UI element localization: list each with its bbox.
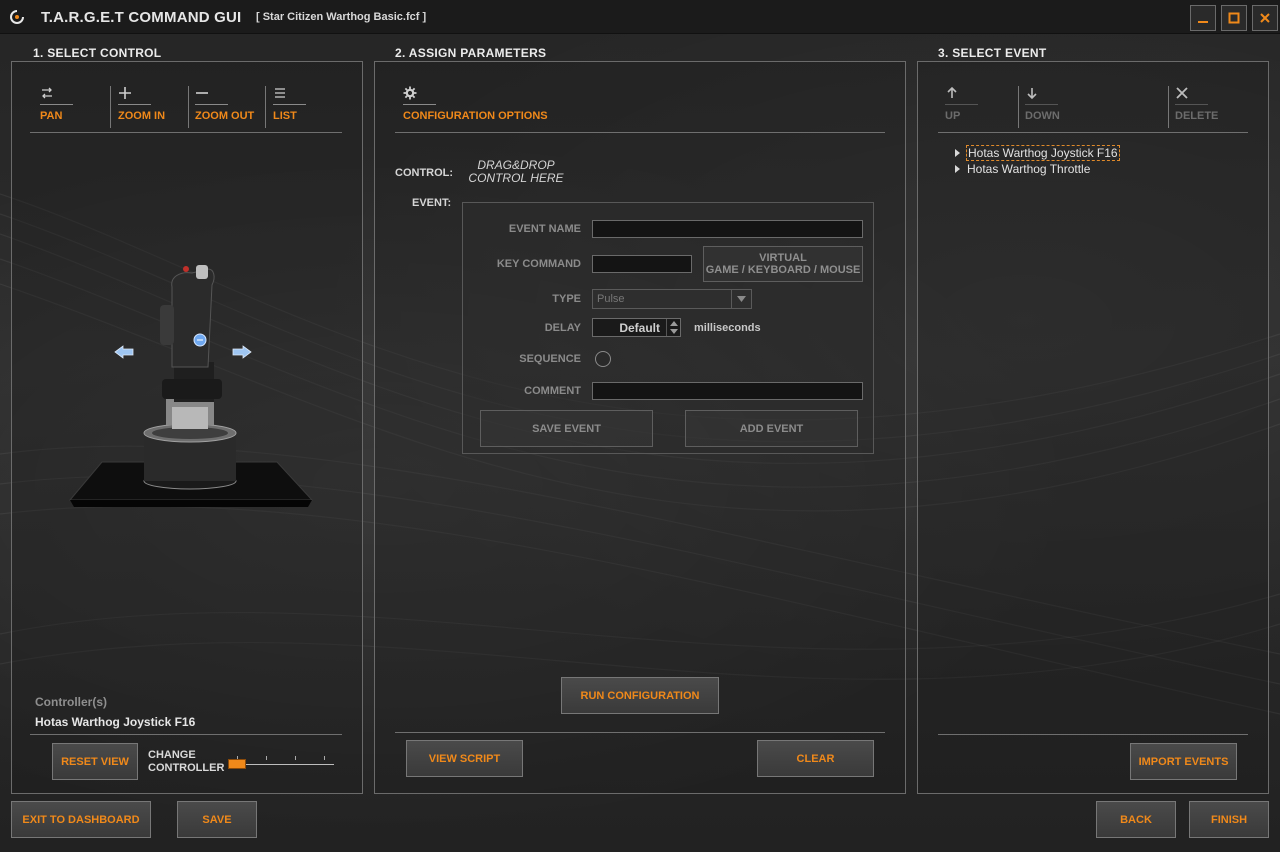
toolbar-divider <box>110 86 111 128</box>
change-controller-label: CHANGE CONTROLLER <box>148 749 225 774</box>
type-label: TYPE <box>552 293 581 305</box>
view-script-button[interactable]: VIEW SCRIPT <box>406 740 523 777</box>
gear-icon <box>403 86 417 100</box>
save-button[interactable]: SAVE <box>177 801 257 838</box>
delay-value: Default <box>619 321 660 335</box>
import-events-button[interactable]: IMPORT EVENTS <box>1130 743 1237 780</box>
virtual-key-button[interactable]: VIRTUAL GAME / KEYBOARD / MOUSE <box>703 246 863 282</box>
toolbar-separator <box>938 132 1248 133</box>
section-title-assign-parameters: 2. ASSIGN PARAMETERS <box>395 46 547 60</box>
slider-handle[interactable] <box>228 759 246 769</box>
exit-to-dashboard-button[interactable]: EXIT TO DASHBOARD <box>11 801 151 838</box>
controllers-heading: Controller(s) <box>35 695 107 709</box>
key-command-field[interactable] <box>592 255 692 273</box>
expand-arrow-icon[interactable] <box>955 165 960 173</box>
title-bar[interactable]: T.A.R.G.E.T COMMAND GUI [ Star Citizen W… <box>0 0 1280 34</box>
up-label: UP <box>945 110 961 122</box>
delete-label: DELETE <box>1175 110 1219 122</box>
arrow-up-icon <box>947 86 957 98</box>
assign-parameters-panel: CONFIGURATION OPTIONS CONTROL: DRAG&DROP… <box>374 61 906 794</box>
zoom-out-label: ZOOM OUT <box>195 110 255 122</box>
section-title-select-control: 1. SELECT CONTROL <box>33 46 162 60</box>
save-event-button[interactable]: SAVE EVENT <box>480 410 653 447</box>
controller-separator <box>30 734 342 735</box>
toolbar-divider <box>188 86 189 128</box>
key-command-label: KEY COMMAND <box>496 258 581 270</box>
toolbar-divider <box>1168 86 1169 128</box>
zoom-in-label: ZOOM IN <box>118 110 166 122</box>
toolbar-separator <box>30 132 342 133</box>
maximize-button[interactable] <box>1221 5 1247 31</box>
app-logo-icon <box>10 10 24 24</box>
control-label: CONTROL: <box>395 167 454 179</box>
select-control-panel: PAN ZOOM IN ZOOM OUT LIST Controller(s) … <box>11 61 363 794</box>
run-configuration-button[interactable]: RUN CONFIGURATION <box>561 677 719 714</box>
bottom-separator <box>938 734 1248 735</box>
configuration-options-label: CONFIGURATION OPTIONS <box>403 110 548 122</box>
back-button[interactable]: BACK <box>1096 801 1176 838</box>
close-button[interactable] <box>1252 5 1278 31</box>
delay-unit: milliseconds <box>694 322 761 334</box>
type-select[interactable]: Pulse <box>592 289 752 309</box>
toolbar-divider <box>1018 86 1019 128</box>
clear-button[interactable]: CLEAR <box>757 740 874 777</box>
joystick-3d-model[interactable] <box>62 257 322 527</box>
close-icon <box>1260 13 1270 23</box>
minus-icon <box>196 92 208 94</box>
delay-stepper[interactable]: Default <box>592 318 681 337</box>
add-event-button[interactable]: ADD EVENT <box>685 410 858 447</box>
delay-label: DELAY <box>544 322 581 334</box>
section-title-select-event: 3. SELECT EVENT <box>938 46 1047 60</box>
delete-x-icon <box>1176 87 1188 99</box>
type-value: Pulse <box>597 293 625 305</box>
app-title: T.A.R.G.E.T COMMAND GUI <box>41 9 242 26</box>
pan-label: PAN <box>40 110 63 122</box>
file-name: [ Star Citizen Warthog Basic.fcf ] <box>256 11 427 23</box>
event-name-field[interactable] <box>592 220 863 238</box>
comment-label: COMMENT <box>524 385 581 397</box>
minimize-icon <box>1198 21 1208 23</box>
event-name-label: EVENT NAME <box>508 223 581 235</box>
stepper-arrows-icon[interactable] <box>666 319 680 336</box>
bottom-separator <box>395 732 885 733</box>
reset-view-button[interactable]: RESET VIEW <box>52 743 138 780</box>
toolbar-divider <box>265 86 266 128</box>
list-icon <box>275 88 285 98</box>
change-controller-slider[interactable] <box>228 756 334 772</box>
event-details-box: EVENT NAME KEY COMMAND VIRTUAL GAME / KE… <box>462 202 874 454</box>
finish-button[interactable]: FINISH <box>1189 801 1269 838</box>
toolbar-separator <box>395 132 885 133</box>
select-event-panel: UP DOWN DELETE Hotas Warthog Joystick F1… <box>917 61 1269 794</box>
minimize-button[interactable] <box>1190 5 1216 31</box>
comment-field[interactable] <box>592 382 863 400</box>
down-label: DOWN <box>1025 110 1060 122</box>
event-label: EVENT: <box>412 197 452 209</box>
maximize-icon <box>1228 12 1240 24</box>
chevron-down-icon[interactable] <box>731 290 751 308</box>
arrow-down-icon <box>1027 88 1037 100</box>
rotate-left-arrow-icon[interactable] <box>114 345 134 359</box>
plus-icon <box>119 87 131 99</box>
control-drop-zone[interactable]: DRAG&DROP CONTROL HERE <box>465 159 567 185</box>
expand-arrow-icon[interactable] <box>955 149 960 157</box>
list-label: LIST <box>273 110 297 122</box>
sequence-label: SEQUENCE <box>519 353 581 365</box>
pan-icon <box>42 87 52 99</box>
rotate-right-arrow-icon[interactable] <box>232 345 252 359</box>
sequence-radio[interactable] <box>595 351 611 367</box>
controller-name: Hotas Warthog Joystick F16 <box>35 715 196 729</box>
